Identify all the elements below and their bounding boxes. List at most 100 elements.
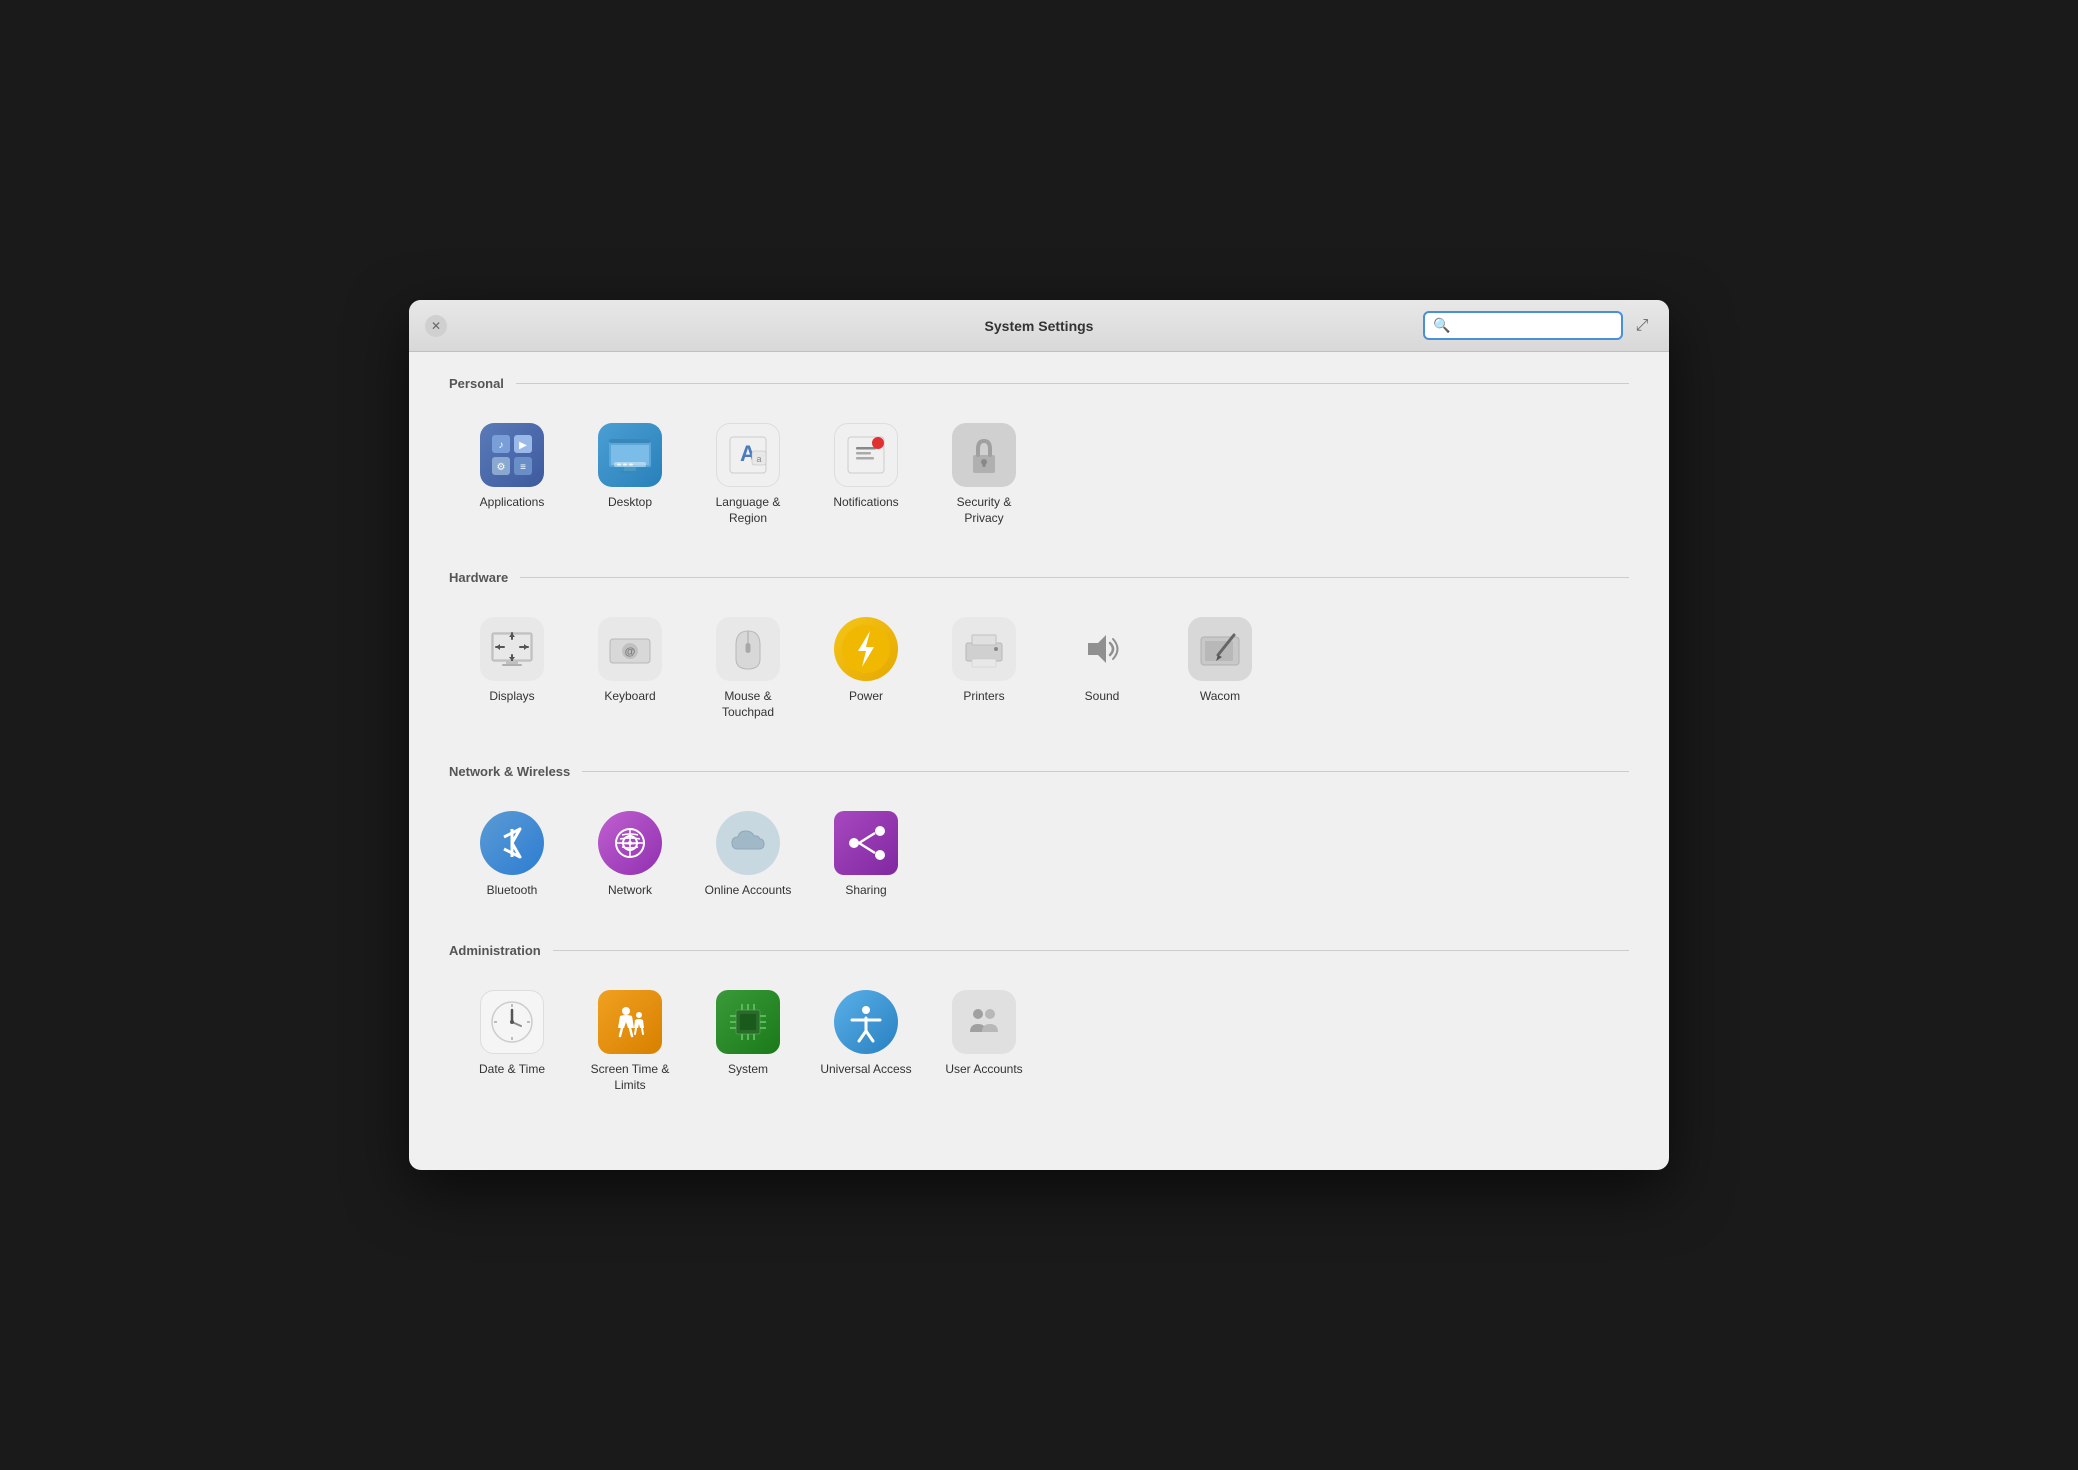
language-label: Language & Region — [701, 495, 795, 526]
online-accounts-label: Online Accounts — [705, 883, 792, 899]
security-icon-svg — [960, 431, 1008, 479]
mouse-icon — [716, 617, 780, 681]
datetime-label: Date & Time — [479, 1062, 545, 1078]
mouse-icon-svg — [724, 625, 772, 673]
bluetooth-label: Bluetooth — [487, 883, 538, 899]
item-security[interactable]: Security & Privacy — [929, 411, 1039, 538]
item-printers[interactable]: Printers — [929, 605, 1039, 732]
section-title-administration: Administration — [449, 943, 541, 958]
search-box[interactable]: 🔍 — [1423, 311, 1623, 340]
screentime-icon-svg — [606, 998, 654, 1046]
power-label: Power — [849, 689, 883, 705]
sharing-icon — [834, 811, 898, 875]
item-user-accounts[interactable]: User Accounts — [929, 978, 1039, 1105]
notifications-icon — [834, 423, 898, 487]
sound-icon-svg — [1078, 625, 1126, 673]
section-title-network: Network & Wireless — [449, 764, 570, 779]
printers-label: Printers — [963, 689, 1004, 705]
close-button[interactable]: ✕ — [425, 315, 447, 337]
personal-items-grid: ♪ ▶ ⚙ ≡ Applications — [449, 411, 1629, 538]
datetime-icon — [480, 990, 544, 1054]
section-divider-hardware — [520, 577, 1629, 578]
wacom-label: Wacom — [1200, 689, 1240, 705]
security-label: Security & Privacy — [937, 495, 1031, 526]
item-network[interactable]: Network — [575, 799, 685, 911]
fullscreen-button[interactable]: ⤢ — [1631, 315, 1653, 337]
item-online-accounts[interactable]: Online Accounts — [693, 799, 803, 911]
window-title: System Settings — [985, 318, 1094, 334]
notifications-icon-svg — [842, 431, 890, 479]
sharing-label: Sharing — [845, 883, 886, 899]
keyboard-label: Keyboard — [604, 689, 655, 705]
section-administration: Administration — [449, 943, 1629, 1105]
online-accounts-icon-svg — [724, 819, 772, 867]
user-accounts-icon — [952, 990, 1016, 1054]
item-screentime[interactable]: Screen Time & Limits — [575, 978, 685, 1105]
section-hardware: Hardware — [449, 570, 1629, 732]
hardware-items-grid: Displays @ Keyboard — [449, 605, 1629, 732]
svg-text:▶: ▶ — [519, 440, 527, 451]
wacom-icon-svg — [1196, 625, 1244, 673]
item-notifications[interactable]: Notifications — [811, 411, 921, 538]
network-items-grid: Bluetooth — [449, 799, 1629, 911]
keyboard-icon-svg: @ — [606, 625, 654, 673]
search-icon: 🔍 — [1433, 317, 1450, 334]
desktop-label: Desktop — [608, 495, 652, 511]
universal-access-icon — [834, 990, 898, 1054]
item-wacom[interactable]: Wacom — [1165, 605, 1275, 732]
item-bluetooth[interactable]: Bluetooth — [457, 799, 567, 911]
item-applications[interactable]: ♪ ▶ ⚙ ≡ Applications — [457, 411, 567, 538]
sharing-icon-svg — [842, 819, 890, 867]
printers-icon — [952, 617, 1016, 681]
user-accounts-icon-svg — [960, 998, 1008, 1046]
svg-text:a: a — [756, 454, 761, 464]
item-desktop[interactable]: Desktop — [575, 411, 685, 538]
svg-text:@: @ — [625, 646, 636, 658]
svg-text:⚙: ⚙ — [497, 462, 506, 473]
universal-access-icon-svg — [842, 998, 890, 1046]
item-power[interactable]: Power — [811, 605, 921, 732]
online-accounts-icon — [716, 811, 780, 875]
applications-label: Applications — [480, 495, 545, 511]
network-icon — [598, 811, 662, 875]
user-accounts-label: User Accounts — [945, 1062, 1022, 1078]
item-keyboard[interactable]: @ Keyboard — [575, 605, 685, 732]
network-icon-svg — [606, 819, 654, 867]
desktop-icon-svg — [606, 431, 654, 479]
section-header-hardware: Hardware — [449, 570, 1629, 585]
sound-icon — [1070, 617, 1134, 681]
item-language[interactable]: A a Language & Region — [693, 411, 803, 538]
power-icon — [834, 617, 898, 681]
language-icon: A a — [716, 423, 780, 487]
search-input[interactable] — [1456, 318, 1613, 333]
item-displays[interactable]: Displays — [457, 605, 567, 732]
bluetooth-icon-svg — [488, 819, 536, 867]
system-settings-window: ✕ System Settings 🔍 ⤢ Personal — [409, 300, 1669, 1170]
section-personal: Personal ♪ ▶ ⚙ ≡ — [449, 376, 1629, 538]
printers-icon-svg — [960, 625, 1008, 673]
keyboard-icon: @ — [598, 617, 662, 681]
section-divider-network — [582, 771, 1629, 772]
notifications-label: Notifications — [833, 495, 898, 511]
screentime-label: Screen Time & Limits — [583, 1062, 677, 1093]
item-sound[interactable]: Sound — [1047, 605, 1157, 732]
applications-icon: ♪ ▶ ⚙ ≡ — [480, 423, 544, 487]
section-network: Network & Wireless Bluetooth — [449, 764, 1629, 911]
svg-text:≡: ≡ — [520, 462, 526, 473]
administration-items-grid: Date & Time — [449, 978, 1629, 1105]
item-system[interactable]: System — [693, 978, 803, 1105]
language-icon-svg: A a — [724, 431, 772, 479]
item-sharing[interactable]: Sharing — [811, 799, 921, 911]
displays-label: Displays — [489, 689, 534, 705]
bluetooth-icon — [480, 811, 544, 875]
power-icon-svg — [842, 625, 890, 673]
titlebar: ✕ System Settings 🔍 ⤢ — [409, 300, 1669, 352]
displays-icon-svg — [488, 625, 536, 673]
displays-icon — [480, 617, 544, 681]
item-datetime[interactable]: Date & Time — [457, 978, 567, 1105]
main-content: Personal ♪ ▶ ⚙ ≡ — [409, 352, 1669, 1170]
item-universal-access[interactable]: Universal Access — [811, 978, 921, 1105]
system-icon — [716, 990, 780, 1054]
mouse-label: Mouse & Touchpad — [701, 689, 795, 720]
item-mouse[interactable]: Mouse & Touchpad — [693, 605, 803, 732]
